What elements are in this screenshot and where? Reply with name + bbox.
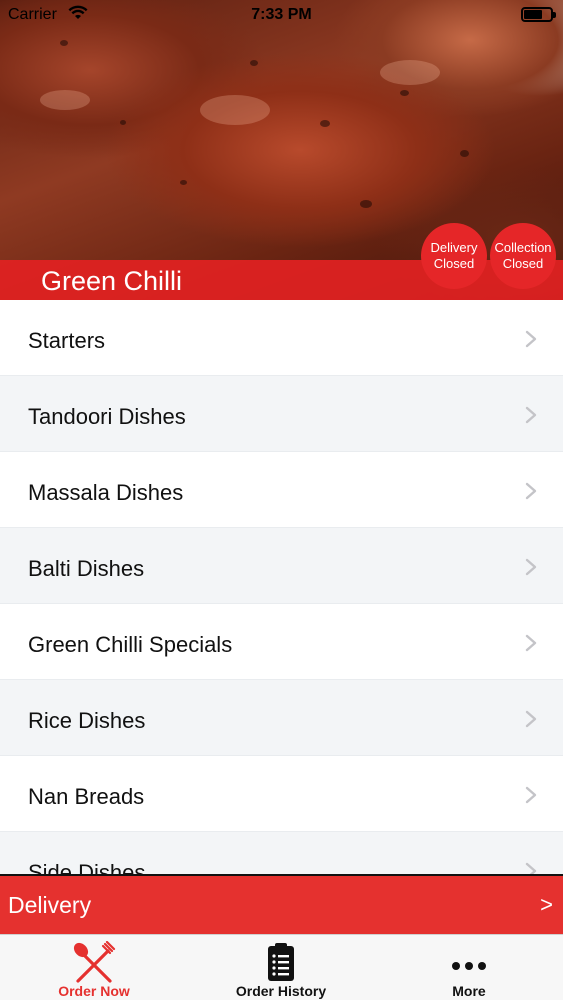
tab-label: Order Now bbox=[58, 983, 130, 999]
menu-category-row[interactable]: Balti Dishes bbox=[0, 528, 563, 604]
delivery-status-line2: Closed bbox=[433, 256, 475, 271]
delivery-mode-button[interactable]: Delivery > bbox=[0, 874, 563, 934]
menu-category-row[interactable]: Starters bbox=[0, 300, 563, 376]
menu-category-label: Tandoori Dishes bbox=[28, 404, 186, 429]
chevron-right-icon bbox=[525, 710, 537, 728]
tab-label: Order History bbox=[235, 983, 327, 999]
menu-category-label: Starters bbox=[28, 328, 106, 353]
chevron-right-icon bbox=[525, 558, 537, 576]
menu-category-label: Green Chilli Specials bbox=[28, 632, 233, 657]
chevron-right-icon bbox=[525, 406, 537, 424]
delivery-status-line1: Delivery bbox=[430, 240, 478, 255]
tab-order-now[interactable]: Order Now bbox=[0, 935, 188, 1000]
tab-more[interactable]: More bbox=[375, 935, 563, 1000]
menu-category-label: Side Dishes bbox=[28, 860, 146, 874]
tab-order-history[interactable]: Order History bbox=[187, 935, 375, 1000]
tab-label: More bbox=[452, 983, 486, 999]
menu-category-label: Rice Dishes bbox=[28, 708, 146, 733]
menu-category-row[interactable]: Nan Breads bbox=[0, 756, 563, 832]
delivery-mode-label: Delivery bbox=[8, 892, 92, 918]
collection-status-line1: Collection bbox=[494, 240, 552, 255]
battery-icon bbox=[521, 7, 556, 22]
delivery-status-badge: Delivery Closed bbox=[421, 223, 487, 289]
delivery-mode-arrow: > bbox=[540, 892, 553, 917]
more-dots-icon bbox=[452, 962, 486, 970]
chevron-right-icon bbox=[525, 330, 537, 348]
chevron-right-icon bbox=[525, 634, 537, 652]
menu-category-list[interactable]: Starters Tandoori Dishes Massala Dishes … bbox=[0, 300, 563, 874]
chevron-right-icon bbox=[525, 786, 537, 804]
menu-category-row[interactable]: Tandoori Dishes bbox=[0, 376, 563, 452]
chevron-right-icon bbox=[525, 862, 537, 874]
collection-status-line2: Closed bbox=[502, 256, 544, 271]
restaurant-name: Green Chilli bbox=[41, 266, 183, 296]
menu-category-label: Nan Breads bbox=[28, 784, 145, 809]
menu-category-label: Balti Dishes bbox=[28, 556, 145, 581]
menu-category-row[interactable]: Rice Dishes bbox=[0, 680, 563, 756]
status-bar: Carrier 7:33 PM bbox=[0, 0, 563, 30]
clipboard-list-icon bbox=[268, 943, 294, 981]
tab-bar: Order Now Order History More bbox=[0, 934, 563, 1000]
chevron-right-icon bbox=[525, 482, 537, 500]
menu-category-row[interactable]: Side Dishes bbox=[0, 832, 563, 874]
menu-category-label: Massala Dishes bbox=[28, 480, 184, 505]
menu-category-row[interactable]: Massala Dishes bbox=[0, 452, 563, 528]
clock: 7:33 PM bbox=[251, 6, 312, 23]
menu-category-row[interactable]: Green Chilli Specials bbox=[0, 604, 563, 680]
fork-knife-icon bbox=[73, 941, 116, 983]
collection-status-badge: Collection Closed bbox=[490, 223, 556, 289]
